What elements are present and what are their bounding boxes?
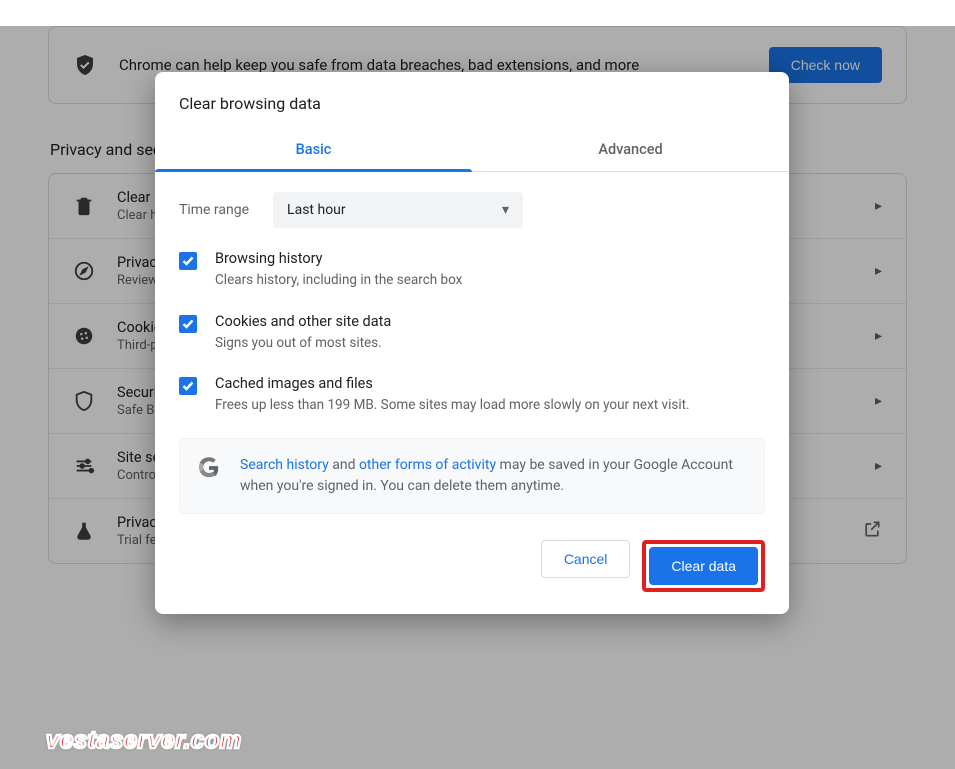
- checkbox-cache[interactable]: [179, 377, 197, 395]
- dialog-actions: Cancel Clear data: [155, 520, 789, 592]
- dialog-tabs: Basic Advanced: [155, 129, 789, 172]
- option-cookies: Cookies and other site data Signs you ou…: [179, 313, 765, 354]
- watermark: vestaserver.com: [46, 727, 242, 755]
- chevron-down-icon: ▾: [502, 202, 509, 218]
- dialog-title: Clear browsing data: [155, 72, 789, 129]
- time-range-select[interactable]: Last hour ▾: [273, 192, 523, 228]
- cancel-button[interactable]: Cancel: [541, 540, 631, 578]
- tab-advanced[interactable]: Advanced: [472, 129, 789, 171]
- tab-basic[interactable]: Basic: [155, 129, 472, 171]
- checkbox-browsing-history[interactable]: [179, 252, 197, 270]
- highlight-annotation: Clear data: [642, 540, 765, 592]
- google-account-info: Search history and other forms of activi…: [179, 438, 765, 514]
- info-text: Search history and other forms of activi…: [240, 455, 746, 497]
- clear-data-button[interactable]: Clear data: [649, 547, 758, 585]
- option-cache: Cached images and files Frees up less th…: [179, 375, 765, 416]
- link-search-history[interactable]: Search history: [240, 457, 329, 473]
- clear-browsing-data-dialog: Clear browsing data Basic Advanced Time …: [155, 72, 789, 614]
- checkbox-cookies[interactable]: [179, 315, 197, 333]
- time-range-label: Time range: [179, 202, 249, 218]
- option-browsing-history: Browsing history Clears history, includi…: [179, 250, 765, 291]
- google-icon: [198, 457, 220, 479]
- time-range-value: Last hour: [287, 202, 346, 218]
- link-other-activity[interactable]: other forms of activity: [359, 457, 496, 473]
